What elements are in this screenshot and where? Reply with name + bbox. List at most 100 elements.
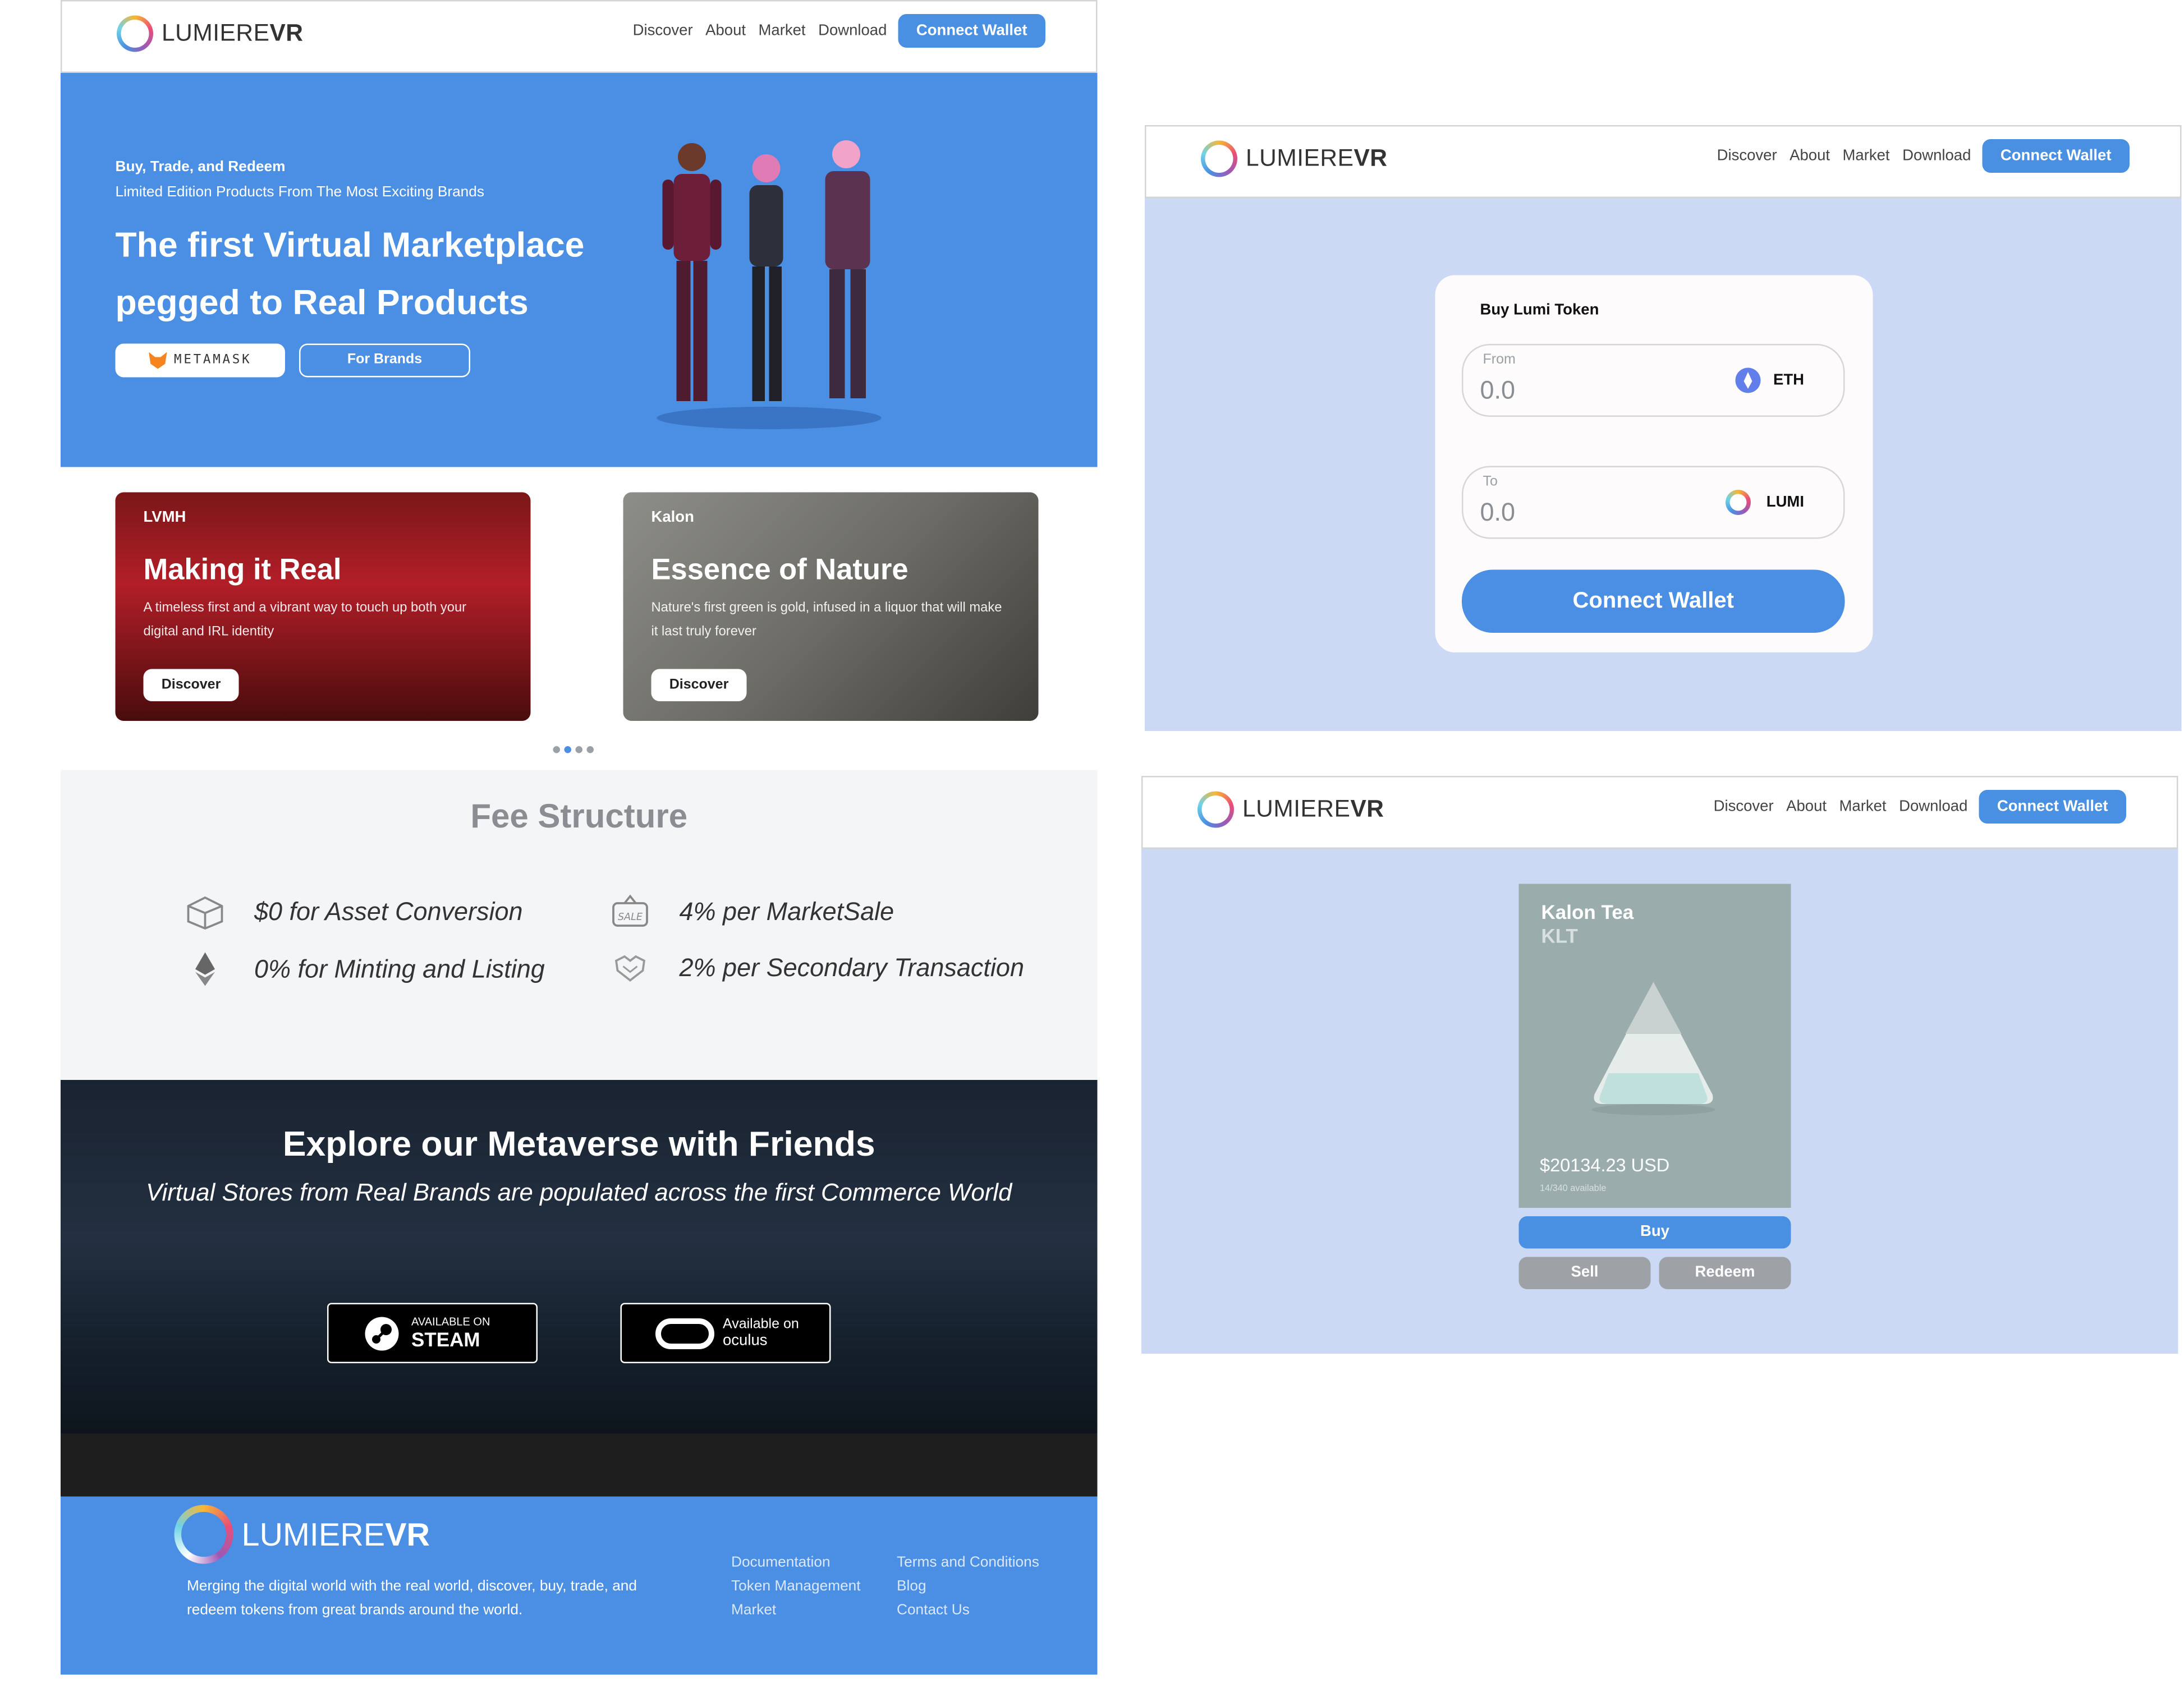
footer-link-terms[interactable]: Terms and Conditions xyxy=(897,1551,1039,1575)
top-nav: LUMIEREVR Discover About Market Download… xyxy=(1145,125,2182,198)
fee-item: 0% for Minting and Listing xyxy=(184,951,545,987)
carousel-dot[interactable] xyxy=(553,746,560,753)
from-amount-input[interactable]: 0.0 xyxy=(1480,376,1516,406)
top-nav: LUMIEREVR Discover About Market Download… xyxy=(61,0,1098,73)
logo-ring-icon xyxy=(117,15,153,52)
fee-structure-section: Fee Structure $0 for Asset Conversion SA… xyxy=(61,770,1098,1080)
fee-text: 2% per Secondary Transaction xyxy=(679,953,1024,981)
nav-download[interactable]: Download xyxy=(818,22,887,39)
nav-market[interactable]: Market xyxy=(1839,798,1887,815)
card-description: A timeless first and a vibrant way to to… xyxy=(143,600,467,640)
connect-wallet-button[interactable]: Connect Wallet xyxy=(898,14,1045,48)
discover-button[interactable]: Discover xyxy=(143,669,239,701)
card-brand: LVMH xyxy=(143,509,186,526)
to-token-selector[interactable]: LUMI xyxy=(1726,490,1804,515)
promo-card-lvmh[interactable]: LVMH Making it Real A timeless first and… xyxy=(115,492,531,721)
steam-icon xyxy=(365,1316,399,1350)
nav-market[interactable]: Market xyxy=(759,22,806,39)
nav-download[interactable]: Download xyxy=(1902,148,1971,164)
logo[interactable]: LUMIEREVR xyxy=(117,15,304,52)
sell-button[interactable]: Sell xyxy=(1518,1257,1651,1289)
footer: LUMIEREVR Merging the digital world with… xyxy=(61,1496,1098,1675)
nav-market[interactable]: Market xyxy=(1843,148,1890,164)
to-field[interactable]: To 0.0 LUMI xyxy=(1462,466,1845,539)
swap-connect-wallet-button[interactable]: Connect Wallet xyxy=(1462,569,1845,633)
footer-logo-ring-icon xyxy=(174,1505,233,1564)
footer-link-blog[interactable]: Blog xyxy=(897,1575,1039,1599)
product-name: Kalon Tea xyxy=(1541,900,1634,923)
hero-section: Buy, Trade, and Redeem Limited Edition P… xyxy=(61,73,1098,467)
to-token-label: LUMI xyxy=(1766,494,1804,511)
for-brands-button[interactable]: For Brands xyxy=(299,343,470,378)
oculus-store-button[interactable]: Available on oculus xyxy=(620,1303,831,1363)
logo-ring-icon xyxy=(1197,791,1234,828)
nav-discover[interactable]: Discover xyxy=(1714,798,1774,815)
footer-logo[interactable]: LUMIEREVR xyxy=(174,1505,430,1564)
product-bottle-image xyxy=(1591,982,1715,1115)
card-description: Nature's first green is gold, infused in… xyxy=(651,600,1002,640)
nav-links: Discover About Market Download Connect W… xyxy=(1701,790,2126,824)
footer-logo-text: LUMIEREVR xyxy=(241,1515,430,1552)
metamask-label: METAMASK xyxy=(174,353,252,367)
nav-download[interactable]: Download xyxy=(1899,798,1967,815)
buy-button[interactable]: Buy xyxy=(1518,1216,1791,1249)
card-title: Making it Real xyxy=(143,554,342,587)
metamask-fox-icon xyxy=(149,352,167,369)
swap-title: Buy Lumi Token xyxy=(1480,302,1599,319)
oculus-big-text: oculus xyxy=(723,1332,768,1349)
product-price: $20134.23 USD xyxy=(1540,1155,1670,1176)
handshake-icon xyxy=(614,955,646,982)
top-nav: LUMIEREVR Discover About Market Download… xyxy=(1141,776,2178,849)
carousel-dot-active[interactable] xyxy=(564,746,571,753)
nav-about[interactable]: About xyxy=(1790,148,1830,164)
footer-link-token-management[interactable]: Token Management xyxy=(731,1575,861,1599)
nav-discover[interactable]: Discover xyxy=(633,22,693,39)
connect-wallet-button[interactable]: Connect Wallet xyxy=(1982,139,2130,173)
redeem-button[interactable]: Redeem xyxy=(1659,1257,1791,1289)
connect-wallet-button[interactable]: Connect Wallet xyxy=(1979,790,2126,824)
logo[interactable]: LUMIEREVR xyxy=(1197,791,1384,828)
fee-text: 4% per MarketSale xyxy=(679,896,894,925)
oculus-label: Available on oculus xyxy=(723,1317,799,1350)
promo-card-kalon[interactable]: Kalon Essence of Nature Nature's first g… xyxy=(623,492,1039,721)
logo-text: LUMIEREVR xyxy=(1246,145,1388,172)
footer-links-col1: Documentation Token Management Market xyxy=(731,1551,861,1623)
footer-links-col2: Terms and Conditions Blog Contact Us xyxy=(897,1551,1039,1623)
card-title: Essence of Nature xyxy=(651,554,909,587)
avatar-characters-image xyxy=(657,140,882,429)
hero-kicker: Buy, Trade, and Redeem xyxy=(115,158,286,176)
carousel-dot[interactable] xyxy=(575,746,582,753)
nav-about[interactable]: About xyxy=(1786,798,1827,815)
product-symbol: KLT xyxy=(1541,925,1578,947)
steam-small-text: AVAILABLE ON xyxy=(411,1316,490,1328)
nav-about[interactable]: About xyxy=(705,22,746,39)
metamask-button[interactable]: METAMASK xyxy=(115,343,285,378)
eth-icon xyxy=(1735,367,1761,393)
steam-store-button[interactable]: AVAILABLE ON STEAM xyxy=(327,1303,538,1363)
ethereum-icon xyxy=(195,952,215,986)
landing-page: LUMIEREVR Discover About Market Download… xyxy=(61,0,1098,1675)
hero-subtitle: Limited Edition Products From The Most E… xyxy=(115,183,485,201)
product-card[interactable]: Kalon Tea KLT $20134.23 USD 14/340 avail… xyxy=(1518,884,1791,1208)
footer-link-documentation[interactable]: Documentation xyxy=(731,1551,861,1575)
discover-button[interactable]: Discover xyxy=(651,669,747,701)
to-label: To xyxy=(1483,474,1498,490)
logo-ring-icon xyxy=(1201,140,1237,177)
box-icon xyxy=(187,896,223,930)
fee-item: $0 for Asset Conversion xyxy=(184,894,523,930)
logo-text: LUMIEREVR xyxy=(1242,795,1384,822)
from-token-selector[interactable]: ETH xyxy=(1735,367,1804,393)
footer-link-contact[interactable]: Contact Us xyxy=(897,1599,1039,1623)
footer-description: Merging the digital world with the real … xyxy=(187,1578,637,1619)
carousel-dot[interactable] xyxy=(586,746,594,753)
from-field[interactable]: From 0.0 ETH xyxy=(1462,344,1845,417)
nav-links: Discover About Market Download Connect W… xyxy=(620,14,1045,48)
product-availability: 14/340 available xyxy=(1540,1184,1607,1194)
card-brand: Kalon xyxy=(651,509,694,526)
nav-discover[interactable]: Discover xyxy=(1717,148,1777,164)
footer-link-market[interactable]: Market xyxy=(731,1599,861,1623)
to-amount-input[interactable]: 0.0 xyxy=(1480,498,1516,528)
dark-divider xyxy=(61,1433,1098,1497)
logo[interactable]: LUMIEREVR xyxy=(1201,140,1388,177)
oculus-icon xyxy=(655,1317,714,1349)
